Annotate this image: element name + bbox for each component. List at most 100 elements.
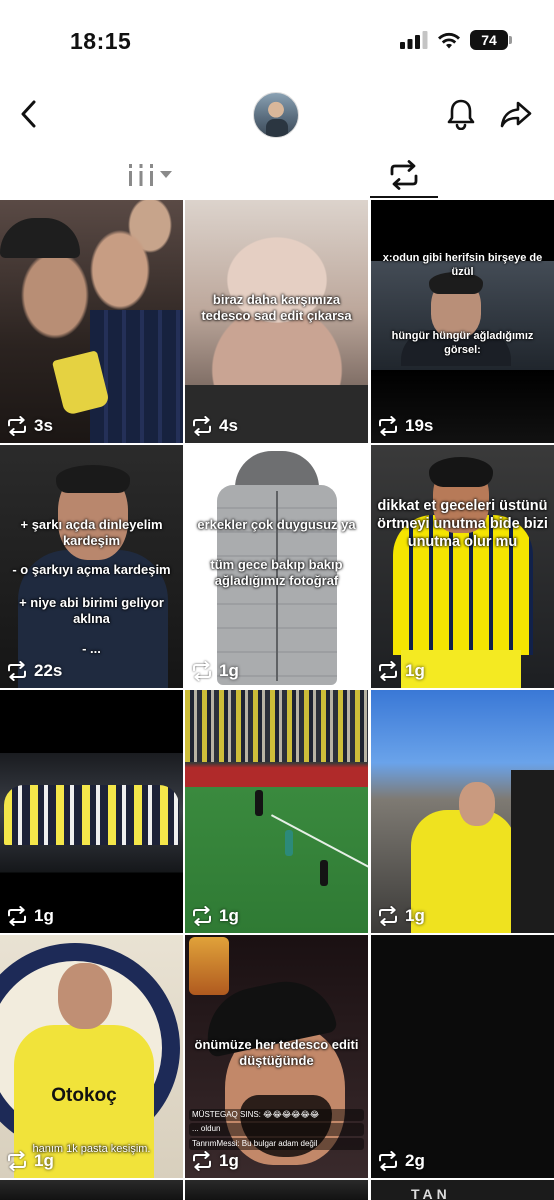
chat-line: TanrımMessi: Bu bulgar adam değil — [189, 1137, 364, 1150]
video-tile-9[interactable]: 1g — [371, 690, 554, 933]
tile-caption-line-4: - ... — [82, 641, 101, 656]
banner-text: TAN — [411, 1186, 451, 1200]
wifi-icon — [438, 32, 460, 49]
view-count-label: 19s — [405, 416, 434, 435]
tile-caption-top: erkekler çok duygusuz ya — [197, 517, 356, 532]
view-count-label: 1g — [34, 906, 54, 925]
repost-grid: 3s biraz daha karşımıza tedesco sad edit… — [0, 200, 554, 1200]
view-count-label: 1g — [219, 1151, 239, 1170]
repost-small-icon — [193, 1151, 211, 1171]
view-count: 19s — [377, 416, 433, 436]
thumbnail-decor — [56, 465, 130, 493]
tile-caption-line-3: + niye abi birimi geliyor aklına — [19, 595, 164, 627]
repost-small-icon — [8, 1151, 26, 1171]
video-tile-15[interactable]: TAN — [371, 1180, 554, 1200]
repost-small-icon — [193, 906, 211, 926]
tile-caption: önümüze her tedesco editi düştüğünde — [194, 1037, 359, 1069]
tile-caption-bottom: tüm gece bakıp bakıp ağladığımız fotoğra… — [210, 557, 343, 589]
thumbnail-decor — [189, 937, 229, 995]
share-button[interactable] — [496, 96, 536, 132]
status-bar: 18:15 74 — [0, 0, 554, 80]
back-button[interactable] — [14, 96, 44, 132]
repost-small-icon — [379, 416, 397, 436]
view-count-label: 2g — [405, 1151, 425, 1170]
thumbnail-decor — [320, 860, 328, 886]
notifications-button[interactable] — [443, 96, 479, 132]
video-tile-5[interactable]: erkekler çok duygusuz ya tüm gece bakıp … — [185, 445, 368, 688]
status-time: 18:15 — [70, 28, 132, 54]
video-tile-13[interactable] — [0, 1180, 183, 1200]
thumbnail-decor — [0, 218, 80, 258]
view-count-label: 1g — [219, 906, 239, 925]
view-count-label: 4s — [219, 416, 238, 435]
view-count: 1g — [191, 661, 239, 681]
view-count: 1g — [377, 906, 425, 926]
tile-caption-bottom: hüngür hüngür ağladığımız görsel: — [391, 330, 534, 356]
share-arrow-icon — [500, 101, 532, 128]
chat-line: ... oldun — [189, 1123, 364, 1136]
view-count: 1g — [191, 1151, 239, 1171]
thumbnail-decor — [511, 770, 554, 933]
battery-level: 74 — [481, 32, 497, 48]
view-count: 1g — [6, 1151, 54, 1171]
thumbnail-decor — [411, 810, 516, 933]
view-count: 1g — [191, 906, 239, 926]
tab-reposts[interactable] — [370, 154, 438, 198]
video-tile-3[interactable]: x:odun gibi herifsin birşeye de üzül hün… — [371, 200, 554, 443]
live-chat: MÜSTEGAQ SINS: 😂😂😂😂😂😂 ... oldun TanrımMe… — [189, 1108, 364, 1152]
avatar[interactable] — [253, 92, 299, 138]
repost-small-icon — [193, 416, 211, 436]
thumbnail-decor — [90, 310, 183, 443]
repost-small-icon — [379, 906, 397, 926]
view-count-label: 22s — [34, 661, 63, 680]
video-tile-12[interactable]: 2g — [371, 935, 554, 1178]
chat-line: MÜSTEGAQ SINS: 😂😂😂😂😂😂 — [189, 1108, 364, 1122]
video-tile-7[interactable]: 1g — [0, 690, 183, 933]
bell-icon — [447, 99, 475, 130]
repost-small-icon — [193, 661, 211, 681]
tile-caption-line-1: + şarkı açda dinleyelim kardeşim — [20, 517, 163, 549]
status-icons: 74 — [400, 30, 512, 50]
battery-indicator: 74 — [470, 30, 512, 50]
view-count-label: 1g — [405, 661, 425, 680]
sponsor-logo: Otokoç — [51, 1085, 117, 1106]
tile-caption: biraz daha karşımıza tedesco sad edit çı… — [201, 292, 352, 324]
video-tile-10[interactable]: Otokoç hanım 1k pasta kesişim. 1g — [0, 935, 183, 1178]
tile-caption-line-2: - o şarkıyı açma kardeşim — [12, 562, 171, 577]
thumbnail-decor — [429, 457, 493, 487]
view-count: 1g — [377, 661, 425, 681]
repost-small-icon — [379, 1151, 397, 1171]
video-tile-14[interactable] — [185, 1180, 368, 1200]
chevron-left-icon — [21, 100, 36, 128]
view-count: 22s — [6, 661, 62, 681]
view-count-label: 3s — [34, 416, 53, 435]
repost-icon — [390, 160, 418, 190]
tile-caption-top: x:odun gibi herifsin birşeye de üzül — [382, 252, 543, 278]
video-tile-1[interactable]: 3s — [0, 200, 183, 443]
view-count: 4s — [191, 416, 238, 436]
view-count: 3s — [6, 416, 53, 436]
thumbnail-decor — [459, 782, 495, 826]
profile-header — [0, 80, 554, 150]
cellular-signal-icon — [400, 31, 428, 49]
thumbnail-decor — [255, 790, 263, 816]
video-tile-11[interactable]: önümüze her tedesco editi düştüğünde MÜS… — [185, 935, 368, 1178]
thumbnail-decor — [285, 830, 293, 856]
repost-small-icon — [379, 661, 397, 681]
video-tile-8[interactable]: 1g — [185, 690, 368, 933]
thumbnail-decor — [185, 690, 368, 762]
video-tile-4[interactable]: + şarkı açda dinleyelim kardeşim - o şar… — [0, 445, 183, 688]
repost-small-icon — [8, 906, 26, 926]
thumbnail-decor — [58, 963, 112, 1029]
view-count: 2g — [377, 1151, 425, 1171]
caret-down-icon — [160, 171, 172, 178]
view-count-label: 1g — [405, 906, 425, 925]
repost-small-icon — [8, 416, 26, 436]
video-tile-6[interactable]: dikkat et geceleri üstünü örtmeyi unutma… — [371, 445, 554, 688]
video-tile-2[interactable]: biraz daha karşımıza tedesco sad edit çı… — [185, 200, 368, 443]
view-count: 1g — [6, 906, 54, 926]
tab-videos[interactable] — [120, 158, 180, 192]
tile-caption: dikkat et geceleri üstünü örtmeyi unutma… — [377, 498, 548, 551]
view-count-label: 1g — [219, 661, 239, 680]
profile-tabs — [0, 150, 554, 200]
